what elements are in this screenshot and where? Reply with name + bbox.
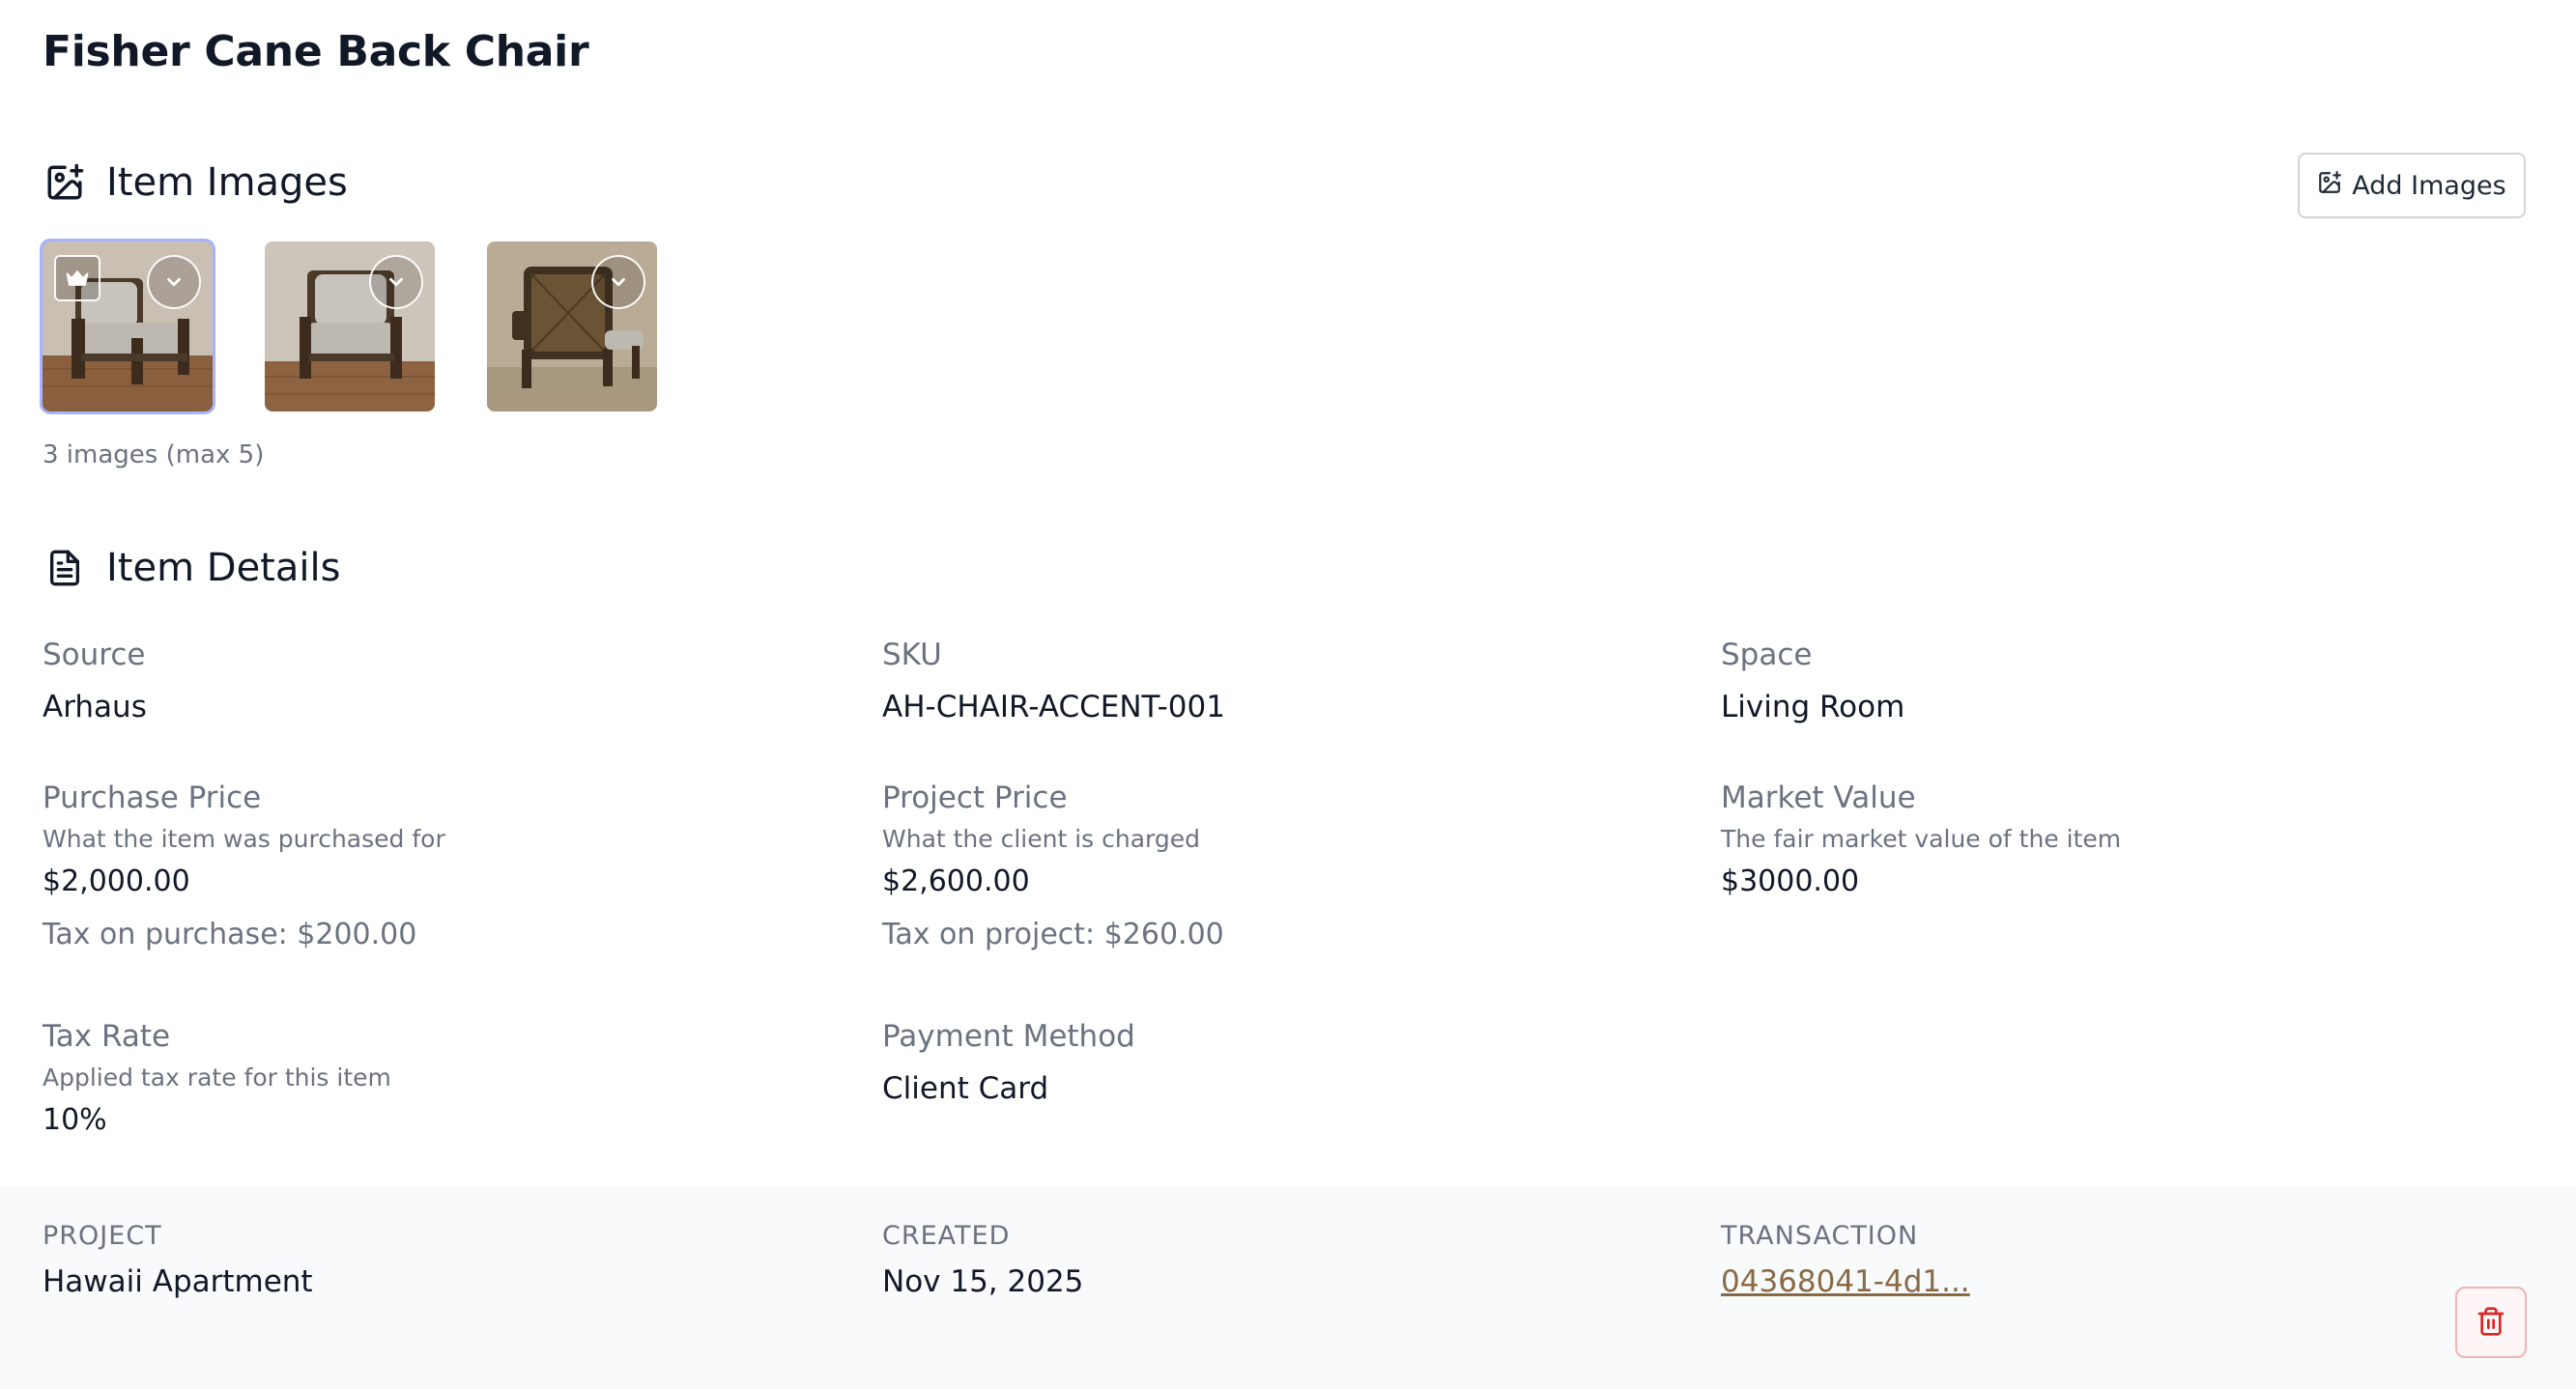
file-text-icon xyxy=(43,546,87,590)
created-meta-label: CREATED xyxy=(882,1221,1011,1251)
thumbnail-primary[interactable] xyxy=(40,239,215,414)
chevron-down-icon[interactable] xyxy=(369,255,423,309)
details-section-header: Item Details xyxy=(43,546,340,590)
payment-method-field: Payment Method Client Card xyxy=(882,1019,1135,1106)
project-price-help: What the client is charged xyxy=(882,825,1201,853)
page-title: Fisher Cane Back Chair xyxy=(43,27,589,76)
purchase-price-field: Purchase Price What the item was purchas… xyxy=(43,780,445,951)
image-plus-icon xyxy=(43,160,87,205)
transaction-meta: TRANSACTION 04368041-4d1... xyxy=(1721,1221,1970,1299)
space-label: Space xyxy=(1721,638,1813,672)
created-meta: CREATED Nov 15, 2025 xyxy=(882,1221,1083,1299)
chevron-down-icon[interactable] xyxy=(591,255,645,309)
created-meta-value: Nov 15, 2025 xyxy=(882,1264,1084,1299)
details-section-title: Item Details xyxy=(106,546,341,590)
thumbnail-2[interactable] xyxy=(265,241,435,411)
sku-value: AH-CHAIR-ACCENT-001 xyxy=(882,690,1225,724)
transaction-link[interactable]: 04368041-4d1... xyxy=(1721,1264,1970,1299)
project-meta-value: Hawaii Apartment xyxy=(43,1264,313,1299)
market-value-label: Market Value xyxy=(1721,780,1916,815)
sku-field: SKU AH-CHAIR-ACCENT-001 xyxy=(882,638,1225,724)
purchase-tax-text: Tax on purchase: $200.00 xyxy=(43,918,417,951)
tax-rate-label: Tax Rate xyxy=(43,1019,171,1054)
project-price-field: Project Price What the client is charged… xyxy=(882,780,1224,951)
item-meta-footer xyxy=(0,1186,2576,1389)
thumbnail-3[interactable] xyxy=(487,241,657,411)
project-price-value: $2,600.00 xyxy=(882,865,1030,898)
crown-icon[interactable] xyxy=(54,255,100,301)
chevron-down-icon[interactable] xyxy=(147,255,201,309)
payment-method-label: Payment Method xyxy=(882,1019,1135,1054)
source-field: Source Arhaus xyxy=(43,638,147,724)
trash-icon xyxy=(2476,1306,2506,1340)
purchase-price-label: Purchase Price xyxy=(43,780,262,815)
images-section-title: Item Images xyxy=(106,160,348,205)
tax-rate-value: 10% xyxy=(43,1103,107,1137)
project-tax-text: Tax on project: $260.00 xyxy=(882,918,1224,951)
source-label: Source xyxy=(43,638,146,672)
source-value: Arhaus xyxy=(43,690,147,724)
purchase-price-value: $2,000.00 xyxy=(43,865,190,898)
images-section-header: Item Images xyxy=(43,160,348,205)
space-field: Space Living Room xyxy=(1721,638,1904,724)
add-images-button[interactable]: Add Images xyxy=(2298,153,2526,218)
image-plus-icon xyxy=(2317,170,2342,202)
market-value-help: The fair market value of the item xyxy=(1721,825,2122,853)
image-count-text: 3 images (max 5) xyxy=(43,440,265,469)
delete-item-button[interactable] xyxy=(2455,1287,2527,1358)
project-price-label: Project Price xyxy=(882,780,1068,815)
image-thumbnails xyxy=(40,239,657,414)
transaction-meta-label: TRANSACTION xyxy=(1721,1221,1919,1251)
space-value: Living Room xyxy=(1721,690,1905,724)
sku-label: SKU xyxy=(882,638,942,672)
project-meta: PROJECT Hawaii Apartment xyxy=(43,1221,313,1299)
market-value-field: Market Value The fair market value of th… xyxy=(1721,780,2121,898)
tax-rate-field: Tax Rate Applied tax rate for this item … xyxy=(43,1019,391,1137)
market-value-value: $3000.00 xyxy=(1721,865,1860,898)
add-images-label: Add Images xyxy=(2352,170,2506,201)
purchase-price-help: What the item was purchased for xyxy=(43,825,445,853)
payment-method-value: Client Card xyxy=(882,1071,1049,1106)
tax-rate-help: Applied tax rate for this item xyxy=(43,1063,391,1091)
project-meta-label: PROJECT xyxy=(43,1221,162,1251)
